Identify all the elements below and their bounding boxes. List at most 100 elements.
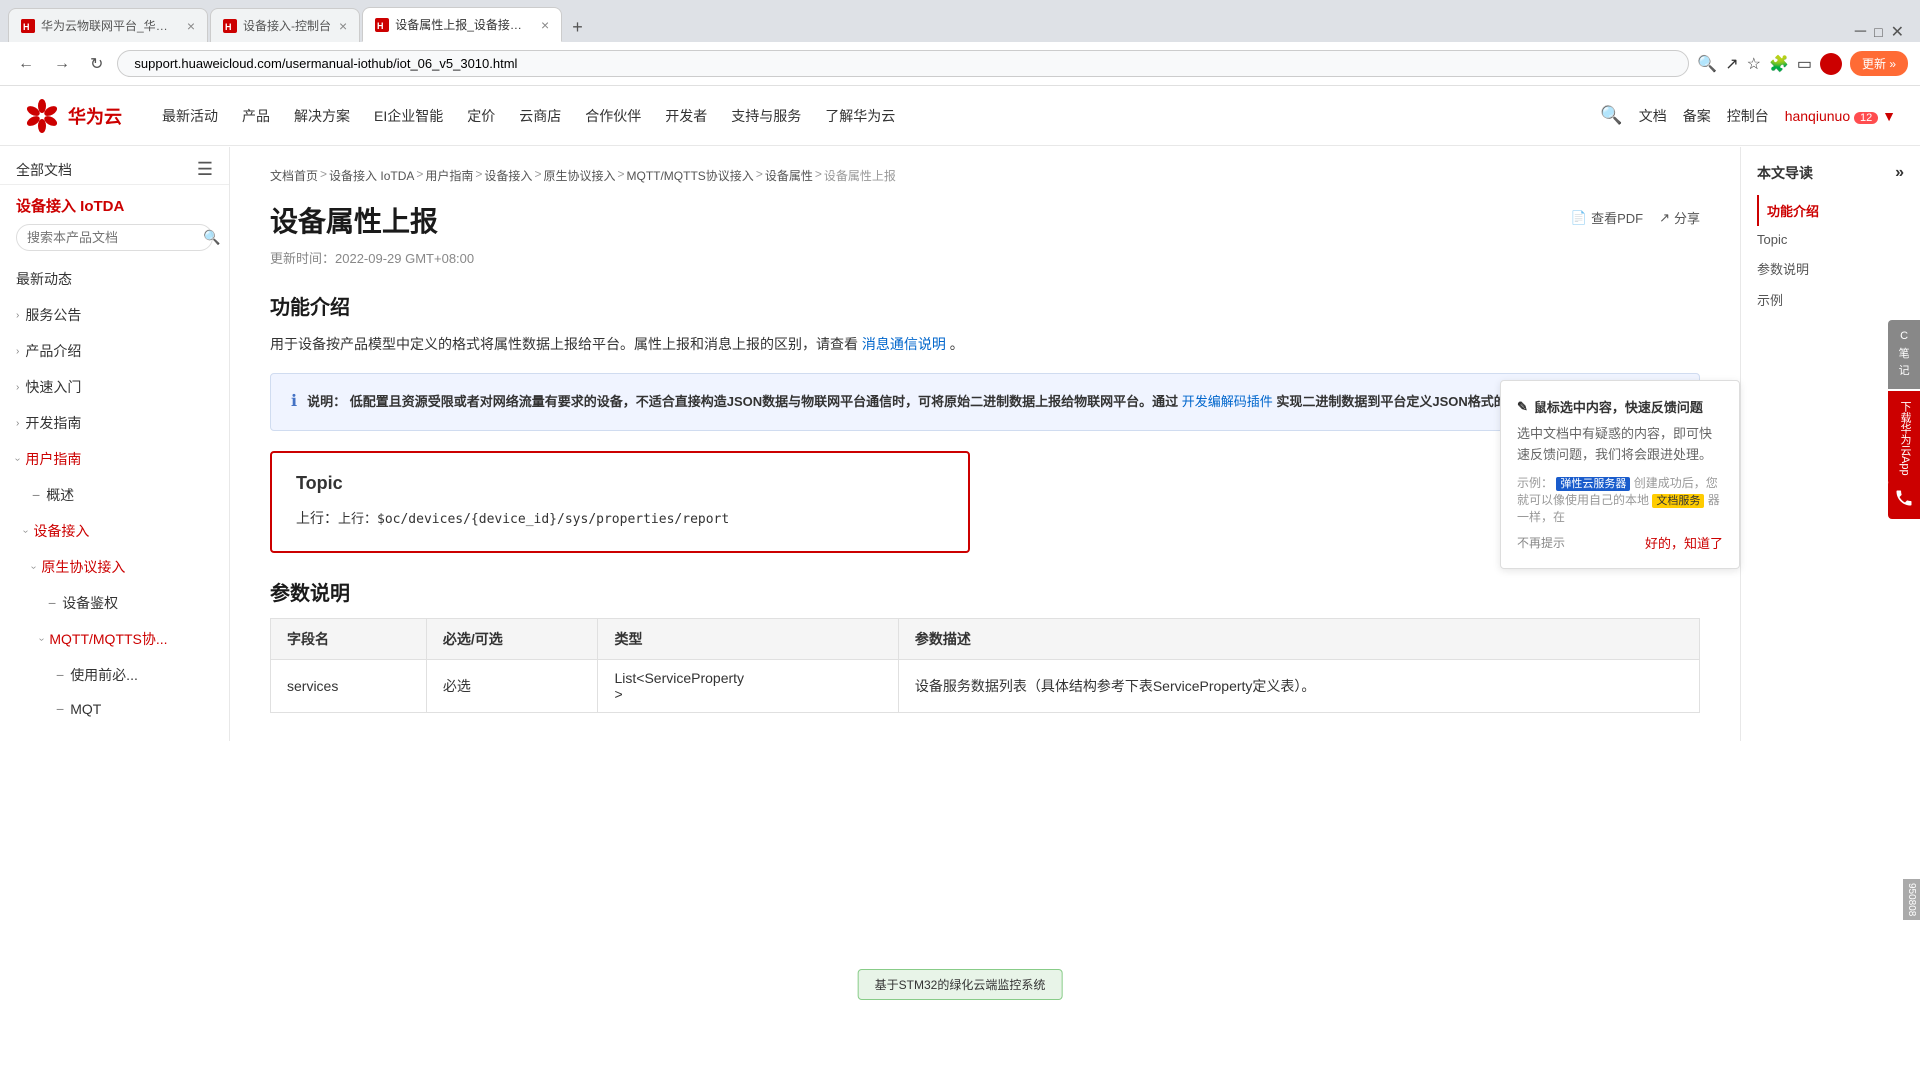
new-tab-button[interactable]: + (564, 13, 591, 42)
svg-text:H: H (377, 21, 384, 31)
nav-developers[interactable]: 开发者 (665, 102, 707, 130)
topic-box-title: Topic (296, 473, 944, 494)
sidebar-browser-icon[interactable]: ▭ (1797, 54, 1812, 74)
sidebar-item-device-connect[interactable]: › 设备接入 (0, 513, 229, 549)
tab2-close[interactable]: × (339, 18, 347, 34)
breadcrumb-mqtt[interactable]: MQTT/MQTTS协议接入 (626, 167, 753, 184)
update-button[interactable]: 更新 » (1850, 51, 1908, 76)
no-remind-button[interactable]: 不再提示 (1517, 534, 1565, 551)
close-window-button[interactable]: ✕ (1891, 22, 1904, 42)
maximize-button[interactable]: □ (1874, 24, 1882, 40)
minimize-button[interactable]: ─ (1855, 23, 1866, 41)
feedback-text: 选中文档中有疑惑的内容，即可快速反馈问题，我们将会跟进处理。 (1517, 424, 1723, 466)
nav-user[interactable]: hanqiunuo 12 ▼ (1785, 108, 1896, 124)
sidebar-search-icon[interactable]: 🔍 (203, 229, 220, 246)
top-nav: 华为云 最新活动 产品 解决方案 EI企业智能 定价 云商店 合作伙伴 开发者 … (0, 86, 1920, 146)
tab-2[interactable]: H 设备接入-控制台 × (210, 8, 360, 42)
reload-button[interactable]: ↻ (84, 50, 109, 78)
right-float-buttons: C 笔 记 下载华为云App (1888, 320, 1920, 485)
sidebar-item-prereq[interactable]: − 使用前必... (0, 657, 229, 693)
nav-cloud-store[interactable]: 云商店 (519, 102, 561, 130)
sidebar-item-product-intro[interactable]: › 产品介绍 (0, 333, 229, 369)
address-input[interactable] (117, 50, 1689, 77)
sidebar-item-devguide[interactable]: › 开发指南 (0, 405, 229, 441)
forward-button[interactable]: → (48, 51, 76, 77)
arrow-icon: › (12, 457, 23, 460)
notes-button[interactable]: C 笔 记 (1888, 320, 1920, 389)
tab2-favicon: H (223, 19, 237, 33)
sidebar-item-mqt[interactable]: − MQT (0, 693, 229, 725)
tab3-close[interactable]: × (541, 17, 549, 33)
sidebar-item-mqtt[interactable]: › MQTT/MQTTS协... (0, 621, 229, 657)
pdf-button[interactable]: 📄 查看PDF (1571, 208, 1643, 227)
user-badge: 12 (1854, 112, 1878, 124)
tab-1[interactable]: H 华为云物联网平台_华为云IoT平... × (8, 8, 208, 42)
topic-box-content: 上行：上行：$oc/devices/{device_id}/sys/proper… (296, 506, 944, 531)
nav-solutions[interactable]: 解决方案 (294, 102, 350, 130)
nav-about[interactable]: 了解华为云 (825, 102, 895, 130)
nav-doc[interactable]: 文档 (1639, 106, 1667, 126)
nav-products[interactable]: 产品 (242, 102, 270, 130)
nav-support[interactable]: 支持与服务 (731, 102, 801, 130)
breadcrumb-current: 设备属性上报 (824, 167, 896, 184)
breadcrumb-docshome[interactable]: 文档首页 (270, 167, 318, 184)
arrow-icon: › (28, 565, 39, 568)
sidebar-item-userguide[interactable]: › 用户指南 (0, 441, 229, 477)
arrow-icon: › (20, 529, 31, 532)
toc-item-topic[interactable]: Topic (1757, 226, 1904, 253)
breadcrumb: 文档首页 > 设备接入 IoTDA > 用户指南 > 设备接入 > 原生协议接入… (270, 167, 1700, 184)
tab1-close[interactable]: × (187, 18, 195, 34)
arrow-icon: › (16, 382, 19, 393)
toc-expand-icon[interactable]: » (1895, 164, 1904, 182)
search-icon[interactable]: 🔍 (1697, 54, 1717, 74)
feedback-highlight1: 弹性云服务器 (1556, 477, 1630, 491)
nav-ei[interactable]: EI企业智能 (374, 102, 443, 130)
intro-link[interactable]: 消息通信说明 (862, 336, 946, 352)
breadcrumb-nativeprotocol[interactable]: 原生协议接入 (543, 167, 615, 184)
nav-partners[interactable]: 合作伙伴 (585, 102, 641, 130)
sidebar-item-announcement[interactable]: › 服务公告 (0, 297, 229, 333)
nav-console[interactable]: 控制台 (1727, 106, 1769, 126)
breadcrumb-deviceconnect[interactable]: 设备接入 (484, 167, 532, 184)
toc-item-intro[interactable]: 功能介绍 (1757, 195, 1904, 226)
tab-bar: H 华为云物联网平台_华为云IoT平... × H 设备接入-控制台 × H 设… (0, 0, 1920, 42)
breadcrumb-deviceattr[interactable]: 设备属性 (765, 167, 813, 184)
left-sidebar: 全部文档 ☰ 设备接入 IoTDA 🔍 最新动态 › 服务公告 › 产品介绍 ›… (0, 147, 230, 741)
toc-item-params[interactable]: 参数说明 (1757, 253, 1904, 284)
sidebar-item-quickstart[interactable]: › 快速入门 (0, 369, 229, 405)
download-app-button[interactable]: 下载华为云App (1888, 391, 1920, 486)
breadcrumb-iotda[interactable]: 设备接入 IoTDA (329, 167, 414, 184)
nav-search-icon[interactable]: 🔍 (1600, 105, 1622, 126)
update-time: 更新时间：2022-09-29 GMT+08:00 (270, 248, 1700, 267)
all-docs-label[interactable]: 全部文档 (16, 160, 72, 180)
back-button[interactable]: ← (12, 51, 40, 77)
nav-pricing[interactable]: 定价 (467, 102, 495, 130)
menu-icon[interactable]: ☰ (197, 159, 213, 180)
sidebar-item-overview[interactable]: 概述 (0, 477, 229, 513)
nav-backup[interactable]: 备案 (1683, 106, 1711, 126)
topic-code: 上行：$oc/devices/{device_id}/sys/propertie… (338, 512, 729, 527)
nav-latest-activity[interactable]: 最新活动 (162, 102, 218, 130)
table-row: services 必选 List<ServiceProperty> 设备服务数据… (271, 659, 1700, 712)
sidebar-menu: 最新动态 › 服务公告 › 产品介绍 › 快速入门 › 开发指南 › 用户指南 (0, 261, 229, 741)
sidebar-item-latest[interactable]: 最新动态 (0, 261, 229, 297)
feedback-ok-button[interactable]: 好的，知道了 (1645, 533, 1723, 552)
notice-link[interactable]: 开发编解码插件 (1182, 394, 1273, 409)
feedback-title: ✎ 鼠标选中内容，快速反馈问题 (1517, 397, 1723, 416)
arrow-icon: › (16, 418, 19, 429)
section-intro-title: 功能介绍 (270, 291, 1700, 320)
toc-item-example[interactable]: 示例 (1757, 284, 1904, 315)
breadcrumb-userguide[interactable]: 用户指南 (425, 167, 473, 184)
arrow-icon: › (16, 346, 19, 357)
bookmark-icon[interactable]: ☆ (1747, 54, 1761, 74)
share-browser-icon[interactable]: ↗ (1725, 54, 1738, 74)
tab-3[interactable]: H 设备属性上报_设备接入 IoTDA ... × (362, 7, 562, 42)
phone-button[interactable] (1888, 480, 1920, 519)
browser-actions: 🔍 ↗ ☆ 🧩 ▭ 更新 » (1697, 51, 1908, 76)
col-header-required: 必选/可选 (426, 618, 598, 659)
sidebar-search-input[interactable] (27, 230, 203, 245)
extension-icon[interactable]: 🧩 (1769, 54, 1789, 74)
sidebar-item-native-protocol[interactable]: › 原生协议接入 (0, 549, 229, 585)
sidebar-item-auth[interactable]: − 设备鉴权 (0, 585, 229, 621)
share-button[interactable]: ↗ 分享 (1659, 208, 1700, 227)
